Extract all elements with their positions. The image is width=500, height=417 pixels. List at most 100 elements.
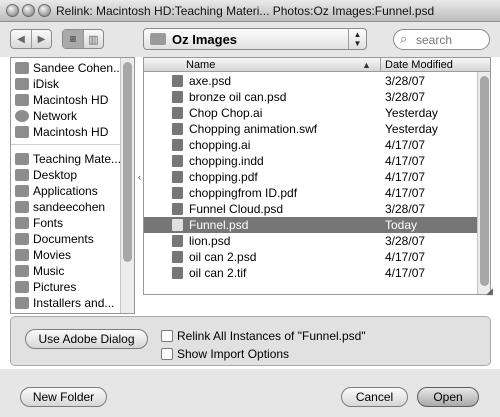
sidebar-scrollbar[interactable] bbox=[120, 58, 134, 313]
search-input[interactable] bbox=[416, 32, 484, 47]
relink-all-label: Relink All Instances of "Funnel.psd" bbox=[177, 329, 366, 343]
sidebar-item-idisk[interactable]: iDisk bbox=[11, 76, 121, 92]
sidebar-item-documents[interactable]: Documents bbox=[11, 231, 121, 247]
sidebar-item-movies[interactable]: Movies bbox=[11, 247, 121, 263]
column-header-date[interactable]: Date Modified bbox=[380, 58, 490, 72]
sidebar-item-macintosh-hd[interactable]: Macintosh HD bbox=[11, 92, 121, 108]
cancel-button[interactable]: Cancel bbox=[341, 387, 408, 407]
open-button[interactable]: Open bbox=[417, 387, 479, 407]
applications-icon bbox=[15, 185, 29, 197]
file-list: Name ▲ Date Modified axe.psd 3/28/07 bronz… bbox=[143, 57, 491, 295]
show-import-checkbox-row[interactable]: Show Import Options bbox=[161, 347, 289, 361]
view-mode-buttons: ≡ ▥ bbox=[62, 29, 104, 49]
back-arrow-icon[interactable]: ◀ bbox=[11, 30, 31, 48]
file-date: 4/17/07 bbox=[385, 250, 426, 264]
sidebar-divider bbox=[11, 144, 123, 145]
sidebar-item-network[interactable]: Network bbox=[11, 108, 121, 124]
file-name: oil can 2.psd bbox=[189, 250, 257, 264]
file-icon bbox=[172, 139, 183, 151]
hard-drive-icon bbox=[15, 126, 29, 138]
show-import-checkbox[interactable] bbox=[161, 348, 173, 360]
file-icon bbox=[172, 155, 183, 167]
file-name: Funnel.psd bbox=[189, 218, 249, 232]
table-row[interactable]: oil can 2.tif 4/17/07 bbox=[144, 265, 490, 281]
table-row[interactable]: lion.psd 3/28/07 bbox=[144, 233, 490, 249]
sidebar-item-label: Music bbox=[33, 264, 65, 278]
search-field[interactable]: ⌕ bbox=[393, 29, 490, 50]
file-list-scrollbar[interactable] bbox=[477, 72, 490, 294]
table-row[interactable]: Chop Chop.ai Yesterday bbox=[144, 105, 490, 121]
table-row[interactable]: chopping.ai 4/17/07 bbox=[144, 137, 490, 153]
desktop-icon bbox=[15, 169, 29, 181]
window-title: Relink: Macintosh HD:Teaching Materi... … bbox=[56, 4, 435, 18]
file-icon bbox=[172, 91, 183, 103]
sidebar-item-pictures[interactable]: Pictures bbox=[11, 279, 121, 295]
forward-arrow-icon[interactable]: ▶ bbox=[31, 30, 51, 48]
sidebar-item-teaching-materials[interactable]: Teaching Mate... bbox=[11, 151, 121, 167]
dialog-footer: New Folder Cancel Open bbox=[0, 369, 500, 417]
computer-icon bbox=[15, 62, 29, 74]
sidebar: Sandee Cohen... iDisk Macintosh HD Netwo… bbox=[10, 57, 135, 314]
location-label: Oz Images bbox=[172, 32, 238, 47]
new-folder-button[interactable]: New Folder bbox=[20, 387, 107, 407]
table-row[interactable]: Funnel.psd Today bbox=[144, 217, 490, 233]
location-popup[interactable]: Oz Images ▲ ▼ bbox=[143, 28, 367, 50]
minimize-window-button[interactable] bbox=[22, 4, 35, 17]
sidebar-item-label: Teaching Mate... bbox=[33, 152, 122, 166]
use-adobe-dialog-button[interactable]: Use Adobe Dialog bbox=[25, 329, 148, 349]
file-name: choppingfrom ID.pdf bbox=[189, 186, 298, 200]
sidebar-item-home[interactable]: sandeecohen bbox=[11, 199, 121, 215]
sidebar-item-label: Pictures bbox=[33, 280, 77, 294]
table-row[interactable]: oil can 2.psd 4/17/07 bbox=[144, 249, 490, 265]
sidebar-item-fonts[interactable]: Fonts bbox=[11, 215, 121, 231]
hard-drive-icon bbox=[15, 94, 29, 106]
sidebar-item-label: Documents bbox=[33, 232, 94, 246]
sidebar-item-desktop[interactable]: Desktop bbox=[11, 167, 121, 183]
file-date: 3/28/07 bbox=[385, 90, 426, 104]
table-row[interactable]: chopping.pdf 4/17/07 bbox=[144, 169, 490, 185]
sort-ascending-icon: ▲ bbox=[362, 60, 371, 70]
folder-icon bbox=[150, 33, 166, 45]
file-name: axe.psd bbox=[189, 74, 232, 88]
sidebar-item-sandee-cohen[interactable]: Sandee Cohen... bbox=[11, 60, 123, 76]
table-row[interactable]: bronze oil can.psd 3/28/07 bbox=[144, 89, 490, 105]
list-view-icon[interactable]: ≡ bbox=[63, 30, 83, 48]
file-icon bbox=[172, 267, 183, 279]
resize-grip-icon[interactable]: ◢ bbox=[486, 286, 493, 297]
sidebar-item-installers[interactable]: Installers and... bbox=[11, 295, 121, 311]
relink-all-checkbox[interactable] bbox=[161, 330, 173, 342]
table-row[interactable]: axe.psd 3/28/07 bbox=[144, 73, 490, 89]
column-view-icon[interactable]: ▥ bbox=[83, 30, 103, 48]
table-row[interactable]: choppingfrom ID.pdf 4/17/07 bbox=[144, 185, 490, 201]
file-icon bbox=[172, 219, 183, 231]
sidebar-item-macintosh-hd-2[interactable]: Macintosh HD bbox=[11, 124, 121, 140]
sidebar-scroll-thumb[interactable] bbox=[123, 62, 132, 262]
column-splitter-arrow-icon[interactable]: ‹ bbox=[138, 172, 141, 182]
file-list-scroll-thumb[interactable] bbox=[480, 76, 489, 286]
file-name: bronze oil can.psd bbox=[189, 90, 287, 104]
title-bar: Relink: Macintosh HD:Teaching Materi... … bbox=[0, 0, 500, 22]
movies-icon bbox=[15, 249, 29, 261]
relink-all-checkbox-row[interactable]: Relink All Instances of "Funnel.psd" bbox=[161, 329, 366, 343]
table-row[interactable]: Funnel Cloud.psd 3/28/07 bbox=[144, 201, 490, 217]
zoom-window-button[interactable] bbox=[38, 4, 51, 17]
file-date: Yesterday bbox=[385, 122, 438, 136]
pictures-icon bbox=[15, 281, 29, 293]
file-date: 4/17/07 bbox=[385, 170, 426, 184]
table-row[interactable]: chopping.indd 4/17/07 bbox=[144, 153, 490, 169]
close-window-button[interactable] bbox=[6, 4, 19, 17]
file-date: 4/17/07 bbox=[385, 154, 426, 168]
home-icon bbox=[15, 201, 29, 213]
file-icon bbox=[172, 187, 183, 199]
folder-icon bbox=[15, 297, 29, 309]
file-icon bbox=[172, 251, 183, 263]
file-name: oil can 2.tif bbox=[189, 266, 247, 280]
sidebar-item-music[interactable]: Music bbox=[11, 263, 121, 279]
table-row[interactable]: Chopping animation.swf Yesterday bbox=[144, 121, 490, 137]
file-name: Chopping animation.swf bbox=[189, 122, 318, 136]
column-header-name[interactable]: Name bbox=[144, 58, 380, 72]
idisk-icon bbox=[15, 78, 29, 90]
sidebar-item-label: Fonts bbox=[33, 216, 64, 230]
sidebar-item-label: Installers and... bbox=[33, 296, 115, 310]
sidebar-item-applications[interactable]: Applications bbox=[11, 183, 121, 199]
